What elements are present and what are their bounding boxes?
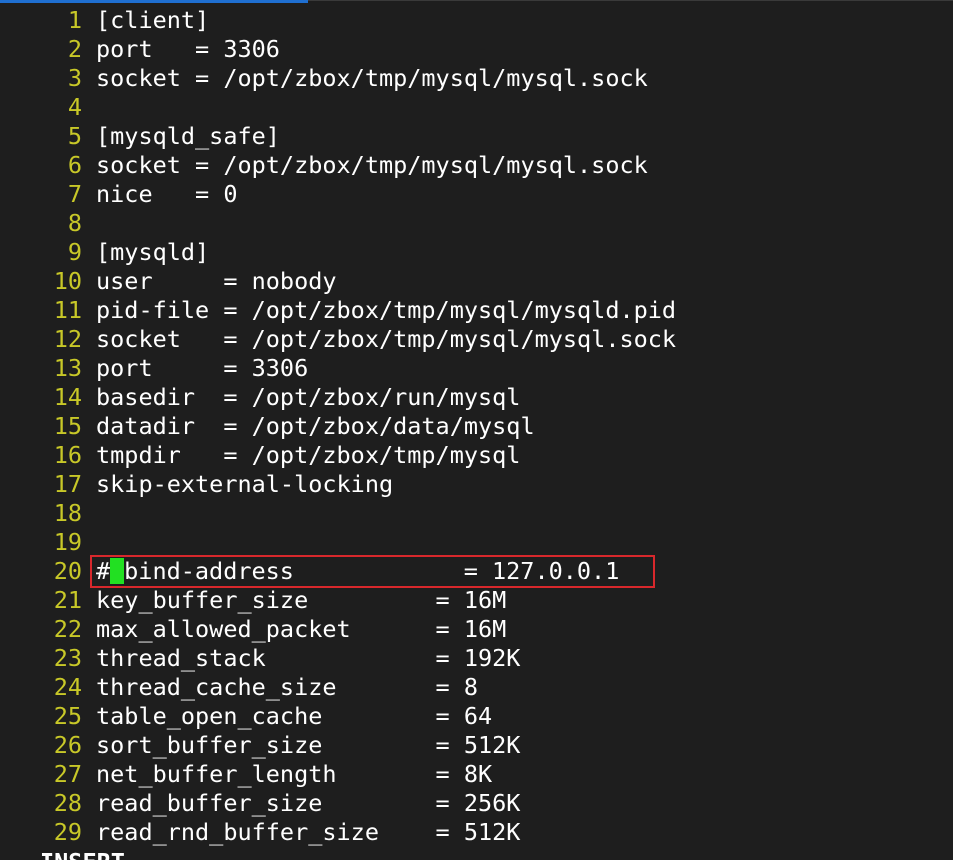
line-number: 29 [53, 818, 82, 846]
line-text[interactable]: table_open_cache = 64 [96, 702, 492, 731]
editor-line[interactable]: 9 [mysqld] [0, 238, 953, 267]
line-number: 21 [53, 586, 82, 614]
line-text[interactable]: datadir = /opt/zbox/data/mysql [96, 412, 535, 441]
line-number: 2 [67, 35, 82, 63]
editor-line[interactable]: 3 socket = /opt/zbox/tmp/mysql/mysql.sock [0, 64, 953, 93]
editor-line[interactable]: 26 sort_buffer_size = 512K [0, 731, 953, 760]
text-cursor [110, 558, 125, 584]
line-number: 12 [53, 325, 82, 353]
line-text[interactable]: socket = /opt/zbox/tmp/mysql/mysql.sock [96, 325, 676, 354]
editor-buffer[interactable]: 1 [client] 2 port = 3306 3 socket = /opt/zb… [0, 6, 953, 847]
line-number: 23 [53, 644, 82, 672]
line-number: 18 [53, 499, 82, 527]
line-text[interactable]: port = 3306 [96, 354, 308, 383]
line-number: 25 [53, 702, 82, 730]
line-text[interactable]: [mysqld] [96, 238, 209, 267]
line-text[interactable]: pid-file = /opt/zbox/tmp/mysql/mysqld.pi… [96, 296, 676, 325]
line-number: 8 [67, 209, 82, 237]
editor-line[interactable]: 19 [0, 528, 953, 557]
editor-line[interactable]: 29 read_rnd_buffer_size = 512K [0, 818, 953, 847]
line-number: 1 [67, 6, 82, 34]
editor-line[interactable]: 23 thread_stack = 192K [0, 644, 953, 673]
editor-line[interactable]: 22 max_allowed_packet = 16M [0, 615, 953, 644]
line-text[interactable]: net_buffer_length = 8K [96, 760, 492, 789]
line-text[interactable]: read_buffer_size = 256K [96, 789, 520, 818]
tab-bar-divider [308, 0, 953, 1]
line-text[interactable]: key_buffer_size = 16M [96, 586, 506, 615]
editor-line[interactable]: 15 datadir = /opt/zbox/data/mysql [0, 412, 953, 441]
line-number: 6 [67, 151, 82, 179]
editor-line[interactable]: 7 nice = 0 [0, 180, 953, 209]
line-number: 28 [53, 789, 82, 817]
line-number: 9 [67, 238, 82, 266]
line-number: 5 [67, 122, 82, 150]
mode-indicator: INSERT [40, 848, 125, 860]
line-text[interactable]: max_allowed_packet = 16M [96, 615, 506, 644]
line-text[interactable]: tmpdir = /opt/zbox/tmp/mysql [96, 441, 520, 470]
line-number: 19 [53, 528, 82, 556]
line-number: 17 [53, 470, 82, 498]
line-number: 27 [53, 760, 82, 788]
active-tab-indicator [0, 0, 308, 3]
terminal-window[interactable]: 1 [client] 2 port = 3306 3 socket = /opt/zb… [0, 0, 953, 860]
line-number: 26 [53, 731, 82, 759]
line-text[interactable]: [client] [96, 6, 209, 35]
line-text-before-cursor[interactable]: # [96, 557, 110, 586]
editor-line[interactable]: 11 pid-file = /opt/zbox/tmp/mysql/mysqld.… [0, 296, 953, 325]
line-number: 24 [53, 673, 82, 701]
line-text[interactable]: [mysqld_safe] [96, 122, 280, 151]
line-number: 10 [53, 267, 82, 295]
editor-line[interactable]: 2 port = 3306 [0, 35, 953, 64]
line-text-after-cursor[interactable]: bind-address = 127.0.0.1 [124, 557, 619, 586]
editor-line[interactable]: 12 socket = /opt/zbox/tmp/mysql/mysql.soc… [0, 325, 953, 354]
line-text[interactable]: skip-external-locking [96, 470, 393, 499]
editor-line[interactable]: 28 read_buffer_size = 256K [0, 789, 953, 818]
line-text[interactable]: sort_buffer_size = 512K [96, 731, 520, 760]
editor-line[interactable]: 24 thread_cache_size = 8 [0, 673, 953, 702]
editor-line[interactable]: 18 [0, 499, 953, 528]
editor-line[interactable]: 25 table_open_cache = 64 [0, 702, 953, 731]
editor-line[interactable]: 21 key_buffer_size = 16M [0, 586, 953, 615]
line-text[interactable]: socket = /opt/zbox/tmp/mysql/mysql.sock [96, 151, 648, 180]
line-number: 3 [67, 64, 82, 92]
editor-line[interactable]: 8 [0, 209, 953, 238]
line-text[interactable]: basedir = /opt/zbox/run/mysql [96, 383, 520, 412]
line-number: 13 [53, 354, 82, 382]
editor-line[interactable]: 4 [0, 93, 953, 122]
line-number: 22 [53, 615, 82, 643]
line-text[interactable]: read_rnd_buffer_size = 512K [96, 818, 520, 847]
editor-line-current[interactable]: 20 # bind-address = 127.0.0.1 [0, 557, 953, 586]
editor-line[interactable]: 27 net_buffer_length = 8K [0, 760, 953, 789]
line-number: 15 [53, 412, 82, 440]
editor-line[interactable]: 6 socket = /opt/zbox/tmp/mysql/mysql.sock [0, 151, 953, 180]
line-number: 14 [53, 383, 82, 411]
editor-line[interactable]: 14 basedir = /opt/zbox/run/mysql [0, 383, 953, 412]
line-text[interactable]: nice = 0 [96, 180, 237, 209]
line-number: 7 [67, 180, 82, 208]
line-text[interactable]: user = nobody [96, 267, 337, 296]
editor-line[interactable]: 13 port = 3306 [0, 354, 953, 383]
line-text[interactable]: thread_cache_size = 8 [96, 673, 478, 702]
editor-line[interactable]: 1 [client] [0, 6, 953, 35]
line-text[interactable]: thread_stack = 192K [96, 644, 520, 673]
editor-line[interactable]: 5 [mysqld_safe] [0, 122, 953, 151]
line-number: 11 [53, 296, 82, 324]
line-number: 16 [53, 441, 82, 469]
line-text[interactable]: socket = /opt/zbox/tmp/mysql/mysql.sock [96, 64, 648, 93]
line-number: 4 [67, 93, 82, 121]
editor-line[interactable]: 17 skip-external-locking [0, 470, 953, 499]
editor-line[interactable]: 16 tmpdir = /opt/zbox/tmp/mysql [0, 441, 953, 470]
editor-line[interactable]: 10 user = nobody [0, 267, 953, 296]
line-text[interactable]: port = 3306 [96, 35, 280, 64]
line-number: 20 [53, 557, 82, 585]
